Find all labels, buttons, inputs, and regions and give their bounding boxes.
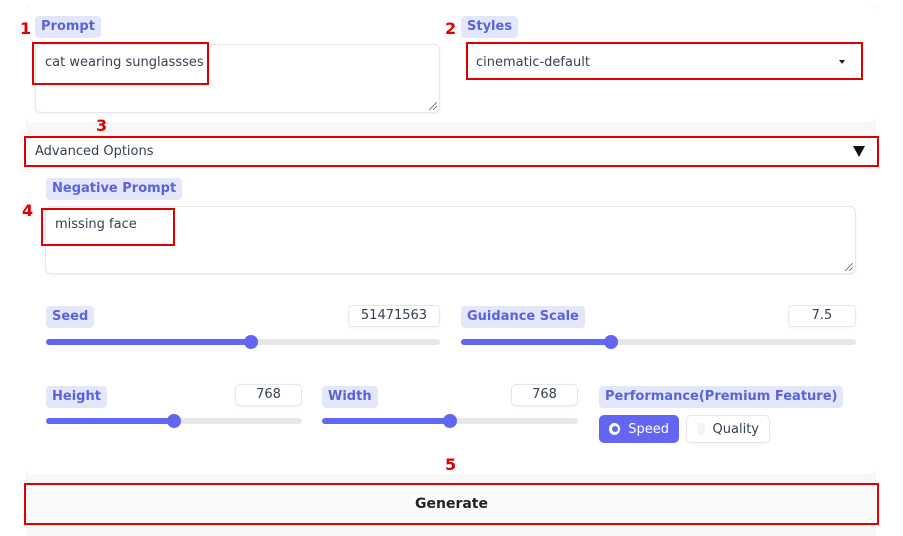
performance-option-quality[interactable]: Quality bbox=[686, 415, 770, 443]
prompt-text: cat wearing sunglassses bbox=[45, 55, 204, 70]
height-slider-thumb[interactable] bbox=[167, 414, 181, 428]
radio-selected-icon bbox=[609, 423, 621, 435]
annotation-number-3: 3 bbox=[96, 116, 108, 135]
advanced-options-toggle[interactable]: Advanced Options bbox=[26, 138, 877, 165]
prompt-label: Prompt bbox=[35, 16, 101, 38]
guidance-scale-slider[interactable] bbox=[461, 335, 856, 349]
styles-selected-value: cinematic-default bbox=[476, 54, 590, 70]
seed-slider[interactable] bbox=[46, 335, 440, 349]
advanced-options-label: Advanced Options bbox=[35, 144, 154, 159]
seed-slider-fill bbox=[46, 339, 251, 345]
guidance-scale-label: Guidance Scale bbox=[461, 306, 585, 328]
negative-prompt-label: Negative Prompt bbox=[46, 178, 183, 200]
seed-slider-thumb[interactable] bbox=[243, 335, 258, 349]
width-slider-fill bbox=[322, 418, 450, 424]
generate-button[interactable]: Generate bbox=[26, 485, 877, 523]
seed-label: Seed bbox=[46, 306, 95, 328]
annotation-number-4: 4 bbox=[22, 201, 34, 220]
performance-option-quality-label: Quality bbox=[712, 421, 759, 437]
prompt-textarea[interactable]: cat wearing sunglassses bbox=[35, 44, 440, 113]
chevron-down-icon bbox=[839, 60, 845, 64]
guidance-scale-slider-thumb[interactable] bbox=[604, 335, 619, 349]
performance-option-speed[interactable]: Speed bbox=[599, 415, 679, 443]
seed-input[interactable]: 51471563 bbox=[348, 305, 440, 327]
annotation-number-1: 1 bbox=[20, 19, 32, 38]
height-input[interactable]: 768 bbox=[235, 384, 302, 406]
performance-option-speed-label: Speed bbox=[628, 421, 669, 437]
annotation-number-5: 5 bbox=[445, 455, 457, 474]
resize-grip-icon[interactable] bbox=[845, 263, 853, 271]
triangle-down-icon bbox=[853, 146, 865, 157]
guidance-scale-input[interactable]: 7.5 bbox=[788, 305, 856, 327]
performance-label: Performance(Premium Feature) bbox=[599, 386, 844, 408]
guidance-scale-slider-fill bbox=[461, 339, 612, 345]
annotation-number-2: 2 bbox=[445, 19, 457, 38]
radio-unselected-icon bbox=[697, 423, 705, 435]
negative-prompt-textarea[interactable]: missing face bbox=[45, 206, 856, 274]
width-slider-thumb[interactable] bbox=[443, 414, 457, 428]
height-slider[interactable] bbox=[46, 414, 302, 428]
width-input[interactable]: 768 bbox=[511, 384, 578, 406]
height-label: Height bbox=[46, 386, 107, 408]
styles-label: Styles bbox=[461, 16, 519, 38]
negative-prompt-text: missing face bbox=[55, 217, 137, 232]
resize-grip-icon[interactable] bbox=[429, 102, 437, 110]
width-slider[interactable] bbox=[322, 414, 578, 428]
width-label: Width bbox=[322, 386, 378, 408]
height-slider-fill bbox=[46, 418, 174, 424]
styles-select[interactable]: cinematic-default bbox=[468, 44, 861, 80]
